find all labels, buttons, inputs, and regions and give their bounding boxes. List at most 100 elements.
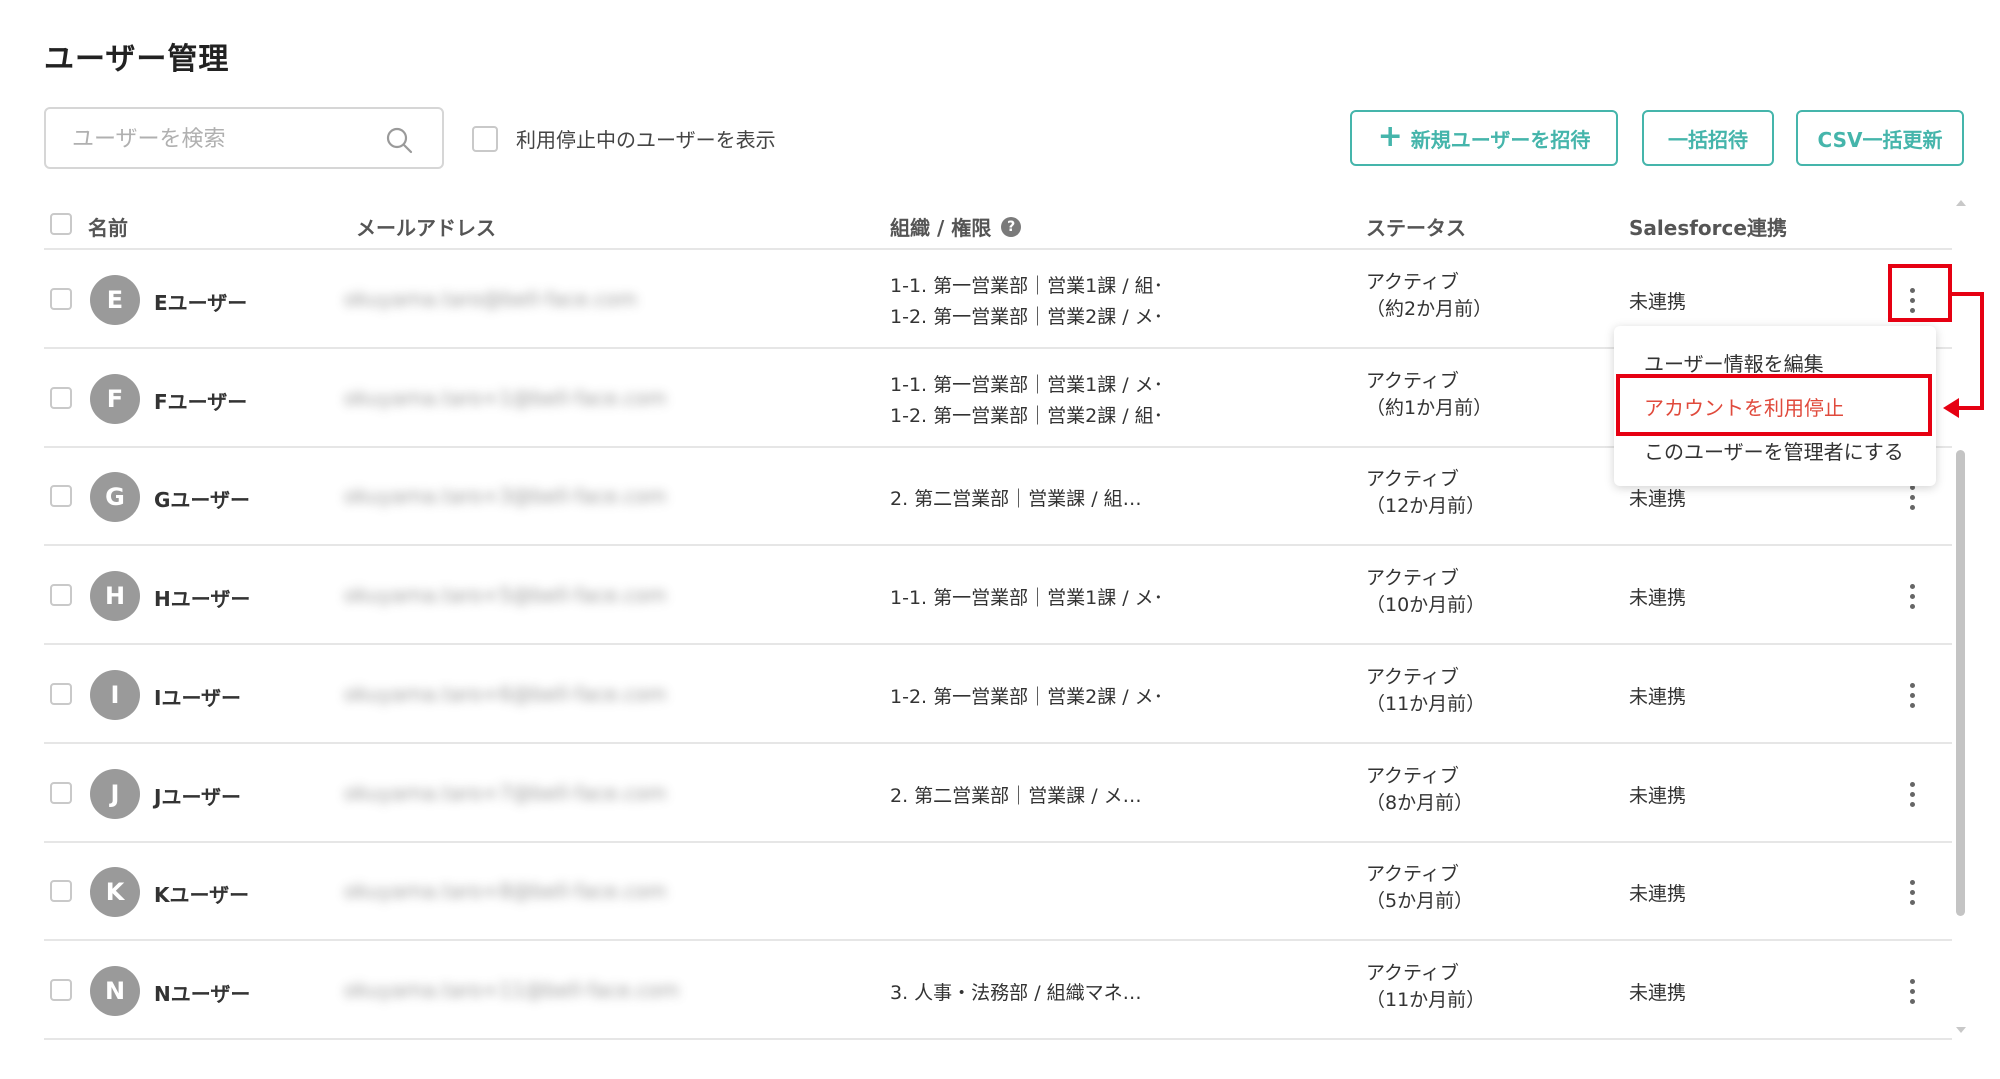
user-name[interactable]: Nユーザー <box>154 978 250 1007</box>
column-header-name: 名前 <box>88 216 128 240</box>
user-email: okuyama.taro+7@bell-face.com <box>344 781 667 805</box>
status-text: アクティブ （12か月前） <box>1366 466 1485 520</box>
status-state: アクティブ <box>1366 468 1459 490</box>
menu-item-edit-user[interactable]: ユーザー情報を編集 <box>1644 348 1824 377</box>
status-text: アクティブ （8か月前） <box>1366 763 1473 817</box>
row-checkbox[interactable] <box>50 288 72 310</box>
scroll-up-arrow[interactable] <box>1956 200 1966 206</box>
kebab-menu-icon[interactable] <box>1892 867 1932 917</box>
row-checkbox[interactable] <box>50 782 72 804</box>
scroll-down-arrow[interactable] <box>1956 1027 1966 1033</box>
kebab-menu-icon[interactable] <box>1892 670 1932 720</box>
table-row[interactable]: N Nユーザー okuyama.taro+11@bell-face.com 3. 人事… <box>44 942 1952 1040</box>
table-row[interactable]: H Hユーザー okuyama.taro+5@bell-face.com 1-1. 第… <box>44 547 1952 645</box>
avatar: E <box>90 275 140 325</box>
kebab-menu-icon[interactable] <box>1892 769 1932 819</box>
header-divider <box>44 248 1952 250</box>
user-name[interactable]: Fユーザー <box>154 386 247 415</box>
highlight-box-kebab <box>1888 264 1952 322</box>
search-icon[interactable] <box>384 125 414 155</box>
row-checkbox[interactable] <box>50 387 72 409</box>
bulk-invite-button[interactable]: 一括招待 <box>1642 110 1774 166</box>
org-line: 3. 人事・法務部 / 組織マネ… <box>890 982 1142 1004</box>
csv-update-label: CSV一括更新 <box>1817 127 1943 152</box>
row-checkbox[interactable] <box>50 979 72 1001</box>
kebab-dot <box>1909 978 1915 984</box>
kebab-dot <box>1909 504 1915 510</box>
row-checkbox[interactable] <box>50 683 72 705</box>
row-divider <box>44 1038 1952 1040</box>
select-all-checkbox[interactable] <box>50 213 72 235</box>
kebab-dot <box>1909 593 1915 599</box>
kebab-dot <box>1909 889 1915 895</box>
user-name[interactable]: Gユーザー <box>154 484 250 513</box>
csv-update-button[interactable]: CSV一括更新 <box>1796 110 1964 166</box>
user-name[interactable]: Kユーザー <box>154 879 249 908</box>
help-icon[interactable]: ? <box>1001 216 1022 237</box>
user-email: okuyama.taro+11@bell-face.com <box>344 978 680 1002</box>
column-header-org-label: 組織 / 権限 <box>890 216 992 240</box>
org-permissions: 3. 人事・法務部 / 組織マネ… <box>890 978 1142 1009</box>
search-input[interactable] <box>72 123 372 155</box>
org-permissions: 1-1. 第一営業部｜営業1課 / メ･ <box>890 583 1163 614</box>
invite-user-button[interactable]: + 新規ユーザーを招待 <box>1350 110 1618 166</box>
status-last-active: （12か月前） <box>1366 495 1486 517</box>
kebab-dot <box>1909 899 1915 905</box>
table-row[interactable]: K Kユーザー okuyama.taro+8@bell-face.com アクティブ （… <box>44 843 1952 941</box>
scrollbar-thumb[interactable] <box>1956 450 1965 916</box>
status-state: アクティブ <box>1366 271 1459 293</box>
status-text: アクティブ （11か月前） <box>1366 664 1485 718</box>
kebab-dot <box>1909 781 1915 787</box>
kebab-dot <box>1909 494 1915 500</box>
show-suspended-checkbox[interactable] <box>472 125 498 152</box>
avatar: J <box>90 769 140 819</box>
status-state: アクティブ <box>1366 567 1459 589</box>
status-last-active: （約2か月前） <box>1366 298 1493 320</box>
user-email: okuyama.taro+1@bell-face.com <box>344 386 667 410</box>
salesforce-status: 未連携 <box>1629 883 1687 905</box>
status-text: アクティブ （5か月前） <box>1366 861 1473 915</box>
kebab-dot <box>1909 801 1915 807</box>
status-state: アクティブ <box>1366 370 1459 392</box>
user-name[interactable]: Jユーザー <box>154 781 241 810</box>
salesforce-status: 未連携 <box>1629 291 1687 313</box>
user-name[interactable]: Hユーザー <box>154 583 250 612</box>
kebab-dot <box>1909 791 1915 797</box>
kebab-dot <box>1909 583 1915 589</box>
column-header-status: ステータス <box>1366 216 1466 240</box>
user-name[interactable]: Iユーザー <box>154 682 241 711</box>
column-header-email: メールアドレス <box>356 216 496 240</box>
highlight-box-suspend <box>1616 374 1932 436</box>
avatar: N <box>90 966 140 1016</box>
status-last-active: （11か月前） <box>1366 693 1486 715</box>
row-checkbox[interactable] <box>50 880 72 902</box>
salesforce-status: 未連携 <box>1629 587 1687 609</box>
user-email: okuyama.taro+8@bell-face.com <box>344 879 667 903</box>
avatar: F <box>90 374 140 424</box>
table-row[interactable]: I Iユーザー okuyama.taro+6@bell-face.com 1-2. 第… <box>44 646 1952 744</box>
table-row[interactable]: J Jユーザー okuyama.taro+7@bell-face.com 2. 第二営… <box>44 745 1952 843</box>
row-checkbox[interactable] <box>50 584 72 606</box>
kebab-menu-icon[interactable] <box>1892 571 1932 621</box>
org-line: 1-2. 第一営業部｜営業2課 / メ･ <box>890 306 1164 328</box>
status-last-active: （11か月前） <box>1366 989 1486 1011</box>
avatar: G <box>90 472 140 522</box>
menu-item-make-admin[interactable]: このユーザーを管理者にする <box>1644 436 1904 465</box>
status-text: アクティブ （約1か月前） <box>1366 368 1492 422</box>
user-name[interactable]: Eユーザー <box>154 287 247 316</box>
row-divider <box>44 643 1952 645</box>
status-last-active: （10か月前） <box>1366 594 1486 616</box>
row-divider <box>44 742 1952 744</box>
row-checkbox[interactable] <box>50 485 72 507</box>
org-line: 1-2. 第一営業部｜営業2課 / 組･ <box>890 405 1164 427</box>
salesforce-status: 未連携 <box>1629 982 1687 1004</box>
row-divider <box>44 939 1952 941</box>
search-box[interactable] <box>44 107 444 169</box>
kebab-menu-icon[interactable] <box>1892 966 1932 1016</box>
kebab-dot <box>1909 988 1915 994</box>
show-suspended-toggle[interactable]: 利用停止中のユーザーを表示 <box>472 124 776 153</box>
org-line: 2. 第二営業部｜営業課 / 組… <box>890 488 1142 510</box>
user-email: okuyama.taro+5@bell-face.com <box>344 583 667 607</box>
user-email: okuyama.taro@bell-face.com <box>344 287 638 311</box>
kebab-dot <box>1909 692 1915 698</box>
